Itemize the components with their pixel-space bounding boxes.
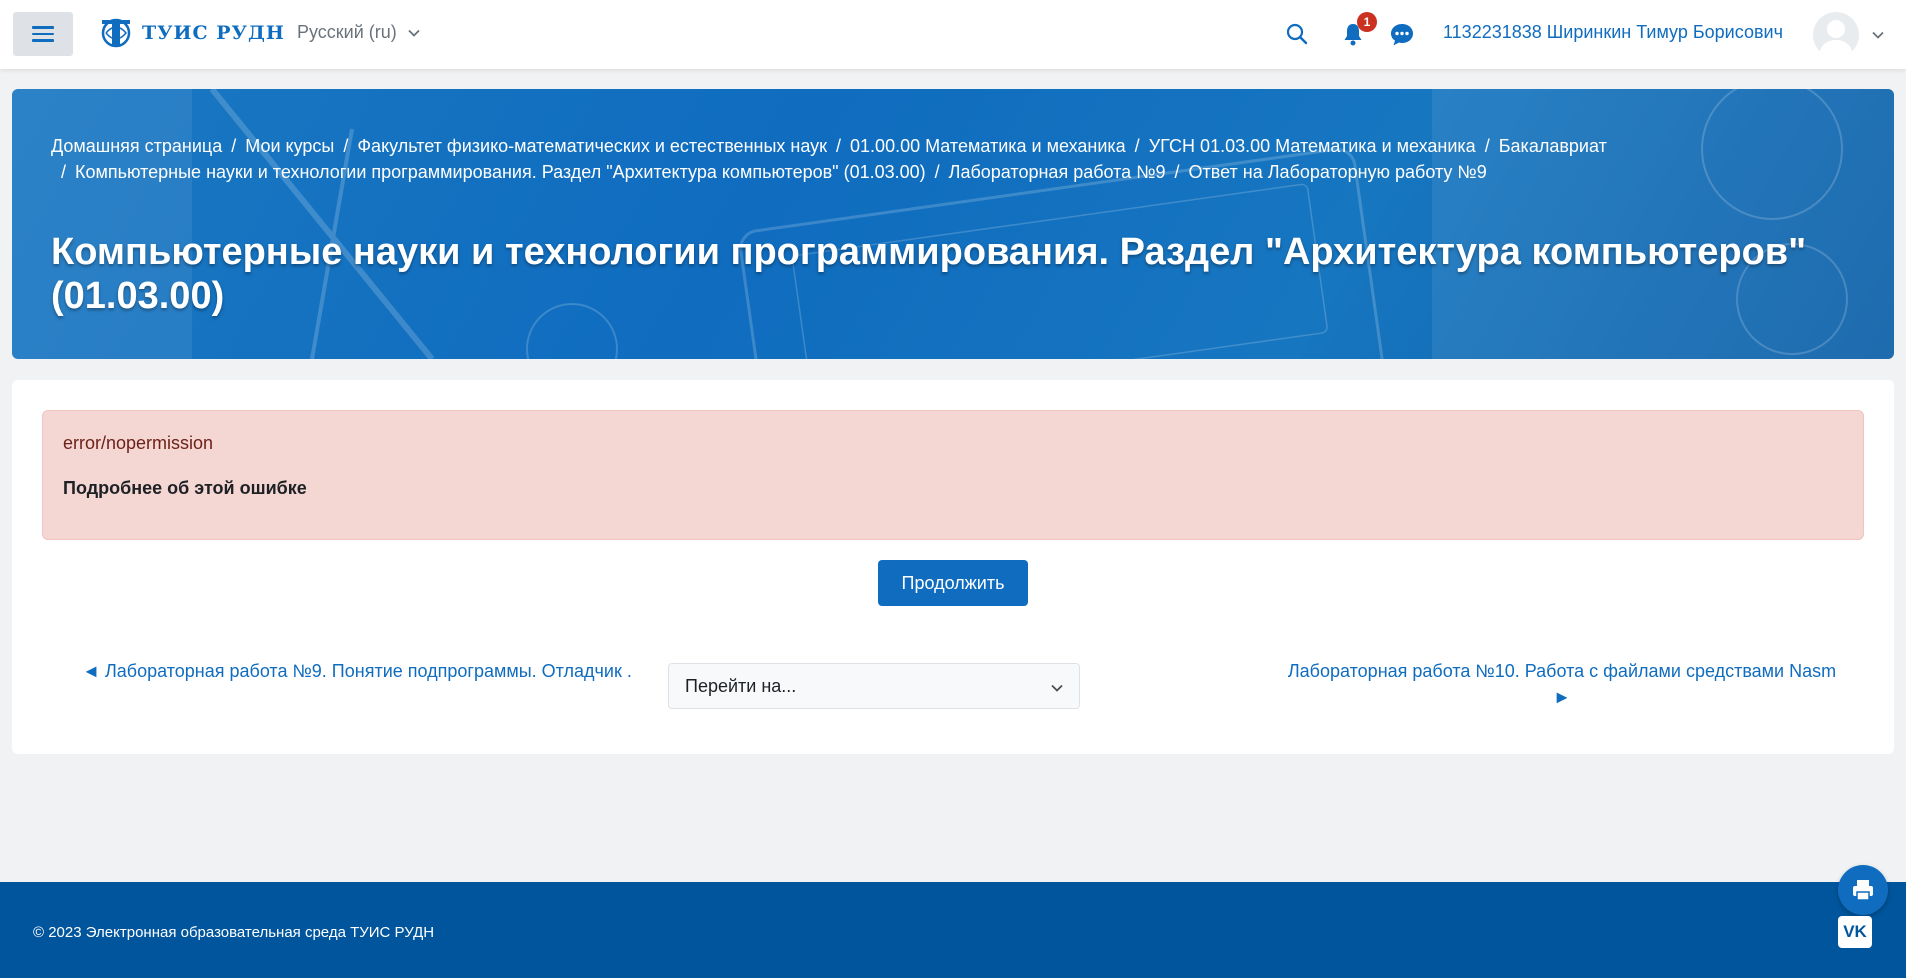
notification-badge: 1 <box>1357 12 1377 32</box>
breadcrumb-item-ugsn[interactable]: УГСН 01.03.00 Математика и механика <box>1149 136 1476 156</box>
breadcrumb-item-course[interactable]: Компьютерные науки и технологии программ… <box>75 162 926 182</box>
page-footer: © 2023 Электронная образовательная среда… <box>0 882 1906 978</box>
breadcrumb-item-answer-lab9[interactable]: Ответ на Лабораторную работу №9 <box>1189 162 1487 182</box>
jump-to-select[interactable]: Перейти на... <box>668 663 1080 709</box>
next-activity-link[interactable]: Лабораторная работа №10. Работа с файлам… <box>1282 658 1842 710</box>
language-label: Русский (ru) <box>297 22 397 42</box>
breadcrumb-item-bachelor[interactable]: Бакалавриат <box>1499 136 1607 156</box>
breadcrumb-item-faculty[interactable]: Факультет физико-математических и естест… <box>357 136 827 156</box>
chat-icon <box>1391 24 1413 46</box>
breadcrumb-item-math-mechanics[interactable]: 01.00.00 Математика и механика <box>850 136 1126 156</box>
error-code: error/nopermission <box>63 433 214 453</box>
continue-button[interactable]: Продолжить <box>878 560 1028 606</box>
user-menu-name[interactable]: 1132231838 Ширинкин Тимур Борисович <box>1443 22 1783 43</box>
error-more-info-link[interactable]: Подробнее об этой ошибке <box>63 478 307 499</box>
vk-icon: VK <box>1843 922 1867 941</box>
avatar[interactable] <box>1813 12 1859 58</box>
chevron-down-icon <box>1051 684 1063 692</box>
footer-copyright: © 2023 Электронная образовательная среда… <box>33 924 435 941</box>
logo-emblem-icon <box>101 18 131 48</box>
menu-icon <box>32 26 54 29</box>
top-navbar: ТУИС РУДН Русский (ru) 1 1132231838 Шири… <box>0 0 1906 69</box>
vk-social-link[interactable]: VK <box>1838 916 1872 948</box>
menu-button[interactable] <box>13 12 73 56</box>
breadcrumb-item-lab9[interactable]: Лабораторная работа №9 <box>949 162 1166 182</box>
jump-to-placeholder: Перейти на... <box>685 675 797 696</box>
breadcrumb-item-home[interactable]: Домашняя страница <box>51 136 222 156</box>
print-button[interactable] <box>1838 865 1888 915</box>
user-avatar-icon <box>1819 20 1853 58</box>
printer-icon <box>1853 880 1873 901</box>
header-background-image <box>12 89 1894 359</box>
breadcrumb-item-my-courses[interactable]: Мои курсы <box>245 136 334 156</box>
language-selector[interactable]: Русский (ru) <box>297 22 421 43</box>
breadcrumb: Домашняя страница / Мои курсы / Факультет фи… <box>51 136 1607 182</box>
site-logo[interactable]: ТУИС РУДН <box>98 17 285 49</box>
logo-text: ТУИС РУДН <box>142 22 285 44</box>
search-icon <box>1286 23 1308 45</box>
error-alert: error/nopermission Подробнее об этой оши… <box>42 410 1864 540</box>
page-header-banner: Домашняя страница / Мои курсы / Факультет фи… <box>12 89 1894 359</box>
page-title: Компьютерные науки и технологии программ… <box>51 231 1807 317</box>
main-content-card: error/nopermission Подробнее об этой оши… <box>12 380 1894 754</box>
chevron-down-icon <box>408 29 420 37</box>
messages-button[interactable] <box>1388 21 1416 49</box>
search-button[interactable] <box>1283 20 1311 48</box>
chevron-down-icon[interactable] <box>1870 27 1886 43</box>
previous-activity-link[interactable]: ◄ Лабораторная работа №9. Понятие подпро… <box>82 658 632 684</box>
